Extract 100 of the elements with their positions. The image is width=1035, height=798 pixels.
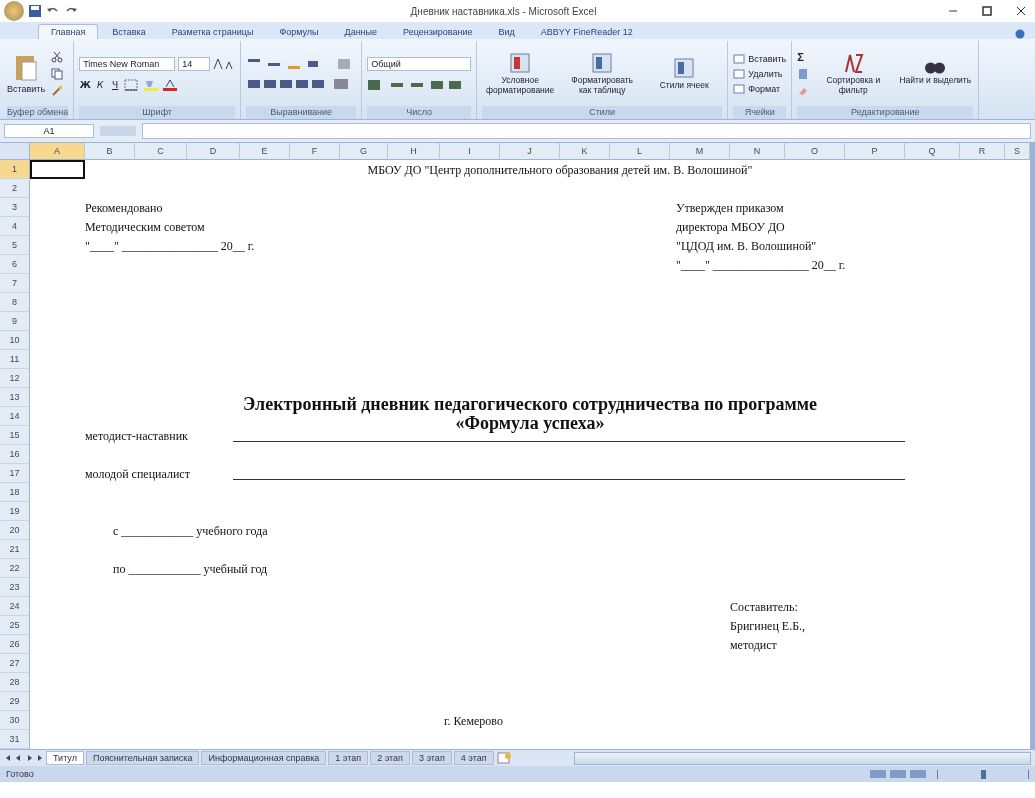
row-header[interactable]: 21 bbox=[0, 540, 30, 559]
ribbon-tab[interactable]: ABBYY FineReader 12 bbox=[528, 25, 645, 39]
border-icon[interactable] bbox=[124, 78, 141, 91]
column-header[interactable]: F bbox=[290, 143, 340, 160]
row-header[interactable]: 1 bbox=[0, 160, 30, 179]
column-header[interactable]: A bbox=[30, 143, 85, 160]
row-header[interactable]: 31 bbox=[0, 730, 30, 749]
column-header[interactable]: O bbox=[785, 143, 845, 160]
find-select-button[interactable]: Найти и выделить bbox=[897, 61, 974, 86]
vertical-scrollbar[interactable] bbox=[1030, 143, 1035, 749]
cells-button[interactable]: Вставить bbox=[733, 53, 787, 64]
font-name-dropdown[interactable]: Times New Roman bbox=[79, 56, 176, 71]
column-header[interactable]: R bbox=[960, 143, 1005, 160]
column-header[interactable]: B bbox=[85, 143, 135, 160]
row-header[interactable]: 17 bbox=[0, 464, 30, 483]
row-header[interactable]: 5 bbox=[0, 236, 30, 255]
row-header[interactable]: 28 bbox=[0, 673, 30, 692]
column-header[interactable]: M bbox=[670, 143, 730, 160]
brush-icon[interactable] bbox=[51, 84, 64, 97]
column-header[interactable]: Q bbox=[905, 143, 960, 160]
row-header[interactable]: 25 bbox=[0, 616, 30, 635]
column-header[interactable]: D bbox=[187, 143, 240, 160]
styles-button[interactable]: Форматировать как таблицу bbox=[564, 52, 641, 95]
sheet-tab[interactable]: Информационная справка bbox=[201, 751, 327, 765]
row-header[interactable]: 26 bbox=[0, 635, 30, 654]
font-size-dropdown[interactable]: 14 bbox=[178, 56, 211, 71]
sort-filter-button[interactable]: Сортировка и фильтр bbox=[815, 52, 892, 95]
sheet-nav-icons[interactable] bbox=[4, 753, 44, 763]
row-header[interactable]: 13 bbox=[0, 388, 30, 407]
font-color-icon[interactable] bbox=[162, 78, 179, 91]
styles-button[interactable]: Стили ячеек bbox=[646, 56, 723, 91]
sheet-tab[interactable]: 3 этап bbox=[411, 751, 452, 765]
column-header[interactable]: C bbox=[135, 143, 187, 160]
row-header[interactable]: 24 bbox=[0, 597, 30, 616]
row-header[interactable]: 7 bbox=[0, 274, 30, 293]
row-header[interactable]: 4 bbox=[0, 217, 30, 236]
sheet-tab[interactable]: 2 этап bbox=[370, 751, 410, 765]
new-sheet-icon[interactable] bbox=[495, 752, 512, 764]
sheet-tab[interactable]: 1 этап bbox=[328, 751, 369, 765]
active-cell[interactable] bbox=[30, 160, 85, 179]
row-header[interactable]: 29 bbox=[0, 692, 30, 711]
ribbon-tab[interactable]: Вставка bbox=[100, 25, 158, 39]
row-header[interactable]: 15 bbox=[0, 426, 30, 445]
copy-icon[interactable] bbox=[51, 67, 64, 80]
row-header[interactable]: 8 bbox=[0, 293, 30, 312]
save-icon[interactable] bbox=[28, 4, 42, 18]
row-header[interactable]: 16 bbox=[0, 445, 30, 464]
row-header[interactable]: 14 bbox=[0, 407, 30, 426]
ribbon-tab[interactable]: Данные bbox=[332, 25, 390, 39]
row-header[interactable]: 10 bbox=[0, 331, 30, 350]
number-format-dropdown[interactable]: Общий bbox=[367, 56, 472, 71]
italic-button[interactable]: К bbox=[94, 79, 107, 90]
zoom-slider-thumb[interactable] bbox=[981, 769, 986, 779]
cells-button[interactable]: Формат bbox=[733, 83, 787, 94]
row-header[interactable]: 2 bbox=[0, 179, 30, 198]
row-header[interactable]: 11 bbox=[0, 350, 30, 369]
row-header[interactable]: 3 bbox=[0, 198, 30, 217]
bold-button[interactable]: Ж bbox=[79, 79, 92, 90]
cells-button[interactable]: Удалить bbox=[733, 68, 787, 79]
row-header[interactable]: 19 bbox=[0, 502, 30, 521]
row-header[interactable]: 6 bbox=[0, 255, 30, 274]
close-icon[interactable] bbox=[1015, 5, 1027, 17]
column-header[interactable]: E bbox=[240, 143, 290, 160]
ribbon-tab[interactable]: Формулы bbox=[267, 25, 331, 39]
restore-icon[interactable] bbox=[981, 5, 993, 17]
column-header[interactable]: S bbox=[1005, 143, 1030, 160]
zoom-slider[interactable] bbox=[937, 769, 1029, 779]
ribbon-tab[interactable]: Рецензирование bbox=[391, 25, 485, 39]
column-header[interactable]: H bbox=[388, 143, 440, 160]
column-header[interactable]: K bbox=[560, 143, 610, 160]
column-header[interactable]: P bbox=[845, 143, 905, 160]
column-header[interactable]: L bbox=[610, 143, 670, 160]
row-header[interactable]: 22 bbox=[0, 559, 30, 578]
ribbon-tab[interactable]: Вид bbox=[486, 25, 527, 39]
row-header[interactable]: 20 bbox=[0, 521, 30, 540]
column-header[interactable]: J bbox=[500, 143, 560, 160]
row-header[interactable]: 23 bbox=[0, 578, 30, 597]
sheet-tab[interactable]: Титул bbox=[46, 751, 84, 765]
sheet-tab[interactable]: Пояснительная записка bbox=[85, 751, 200, 765]
scissors-icon[interactable] bbox=[51, 50, 64, 63]
fill-color-icon[interactable] bbox=[143, 78, 160, 91]
row-header[interactable]: 27 bbox=[0, 654, 30, 673]
row-header[interactable]: 12 bbox=[0, 369, 30, 388]
formula-input[interactable] bbox=[142, 123, 1031, 139]
column-header[interactable]: I bbox=[440, 143, 500, 160]
row-header[interactable]: 18 bbox=[0, 483, 30, 502]
horizontal-scrollbar[interactable] bbox=[573, 751, 1031, 765]
ribbon-tab[interactable]: Главная bbox=[38, 24, 99, 39]
styles-button[interactable]: Условное форматирование bbox=[482, 52, 559, 95]
underline-button[interactable]: Ч bbox=[109, 79, 122, 90]
name-box[interactable]: A1 bbox=[4, 124, 94, 138]
ribbon-tab[interactable]: Разметка страницы bbox=[159, 25, 266, 39]
column-header[interactable]: G bbox=[340, 143, 388, 160]
row-header[interactable]: 30 bbox=[0, 711, 30, 730]
column-header[interactable]: N bbox=[730, 143, 785, 160]
row-header[interactable]: 9 bbox=[0, 312, 30, 331]
sheet-tab[interactable]: 4 этап bbox=[453, 751, 494, 765]
autosum-button[interactable]: Σ bbox=[797, 50, 810, 63]
view-buttons-icon[interactable] bbox=[869, 769, 929, 779]
paste-button[interactable]: Вставить bbox=[7, 53, 46, 94]
